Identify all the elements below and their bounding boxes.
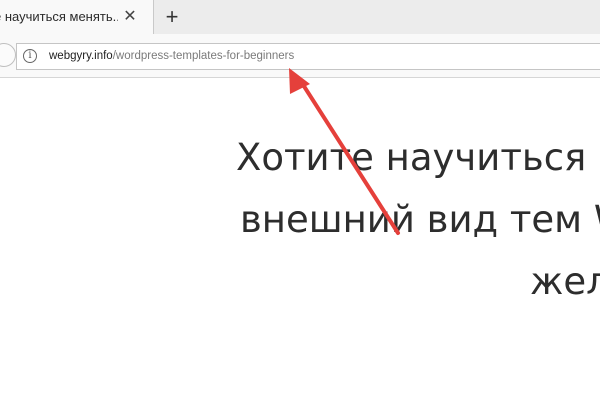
tab-title: е научиться менять... [0,9,118,24]
page-heading: Хотите научиться м внешний вид тем W жел [0,135,600,335]
new-tab-button[interactable]: + [160,5,184,29]
close-tab-icon[interactable]: ✕ [121,8,139,26]
browser-tab[interactable]: е научиться менять... ✕ [0,0,154,34]
navigation-toolbar: i webgyry.info/wordpress-templates-for-b… [0,34,600,78]
heading-line: внешний вид тем W [240,198,600,241]
back-button[interactable] [0,43,16,67]
url-path: /wordpress-templates-for-beginners [112,50,295,62]
tab-strip: е научиться менять... ✕ + [0,0,600,34]
url-domain: webgyry.info [49,50,113,62]
heading-line: жел [530,260,600,303]
address-bar[interactable]: i webgyry.info/wordpress-templates-for-b… [16,43,600,70]
site-info-icon[interactable]: i [23,49,37,63]
heading-line: Хотите научиться м [236,136,600,179]
url-text[interactable]: webgyry.info/wordpress-templates-for-beg… [49,50,294,62]
